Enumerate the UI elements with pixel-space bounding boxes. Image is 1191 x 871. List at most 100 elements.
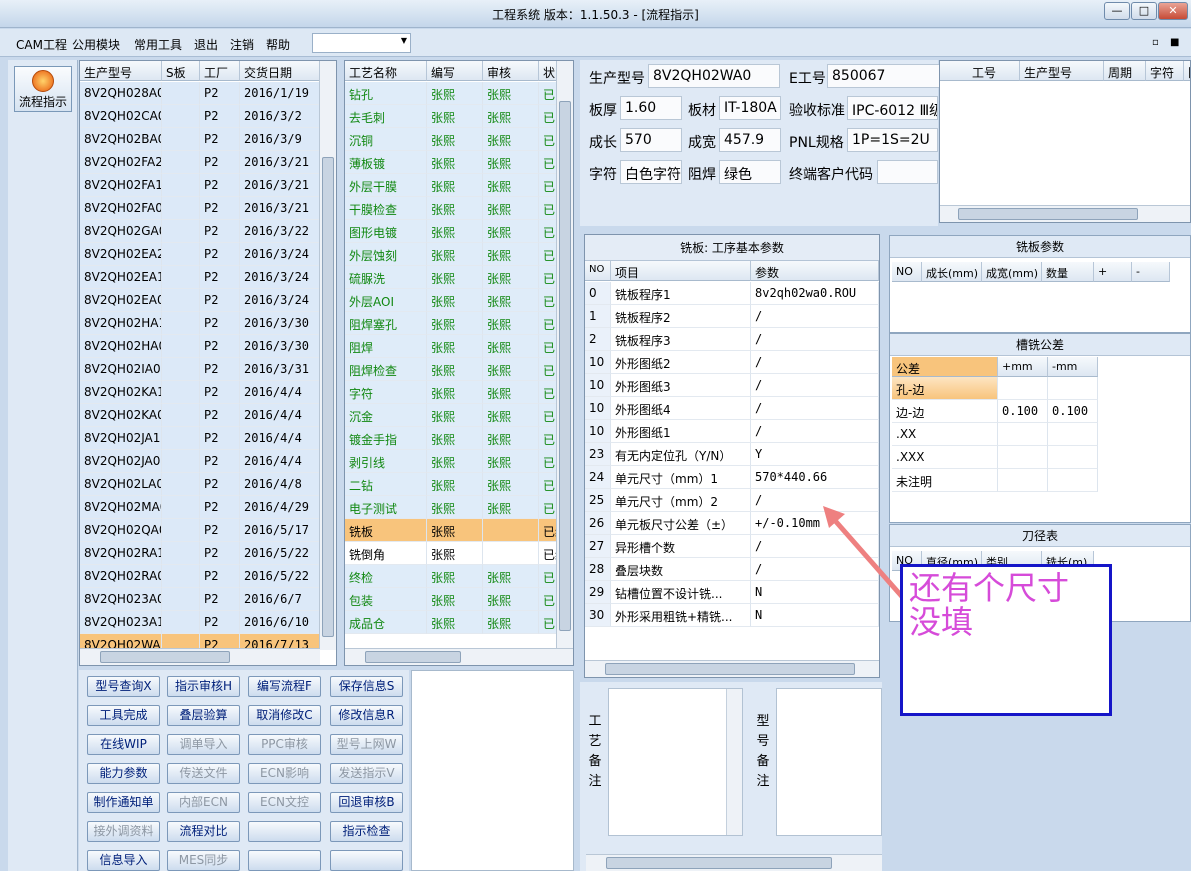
action-button[interactable]: 内部ECN [167, 792, 240, 813]
table-row[interactable]: 8V2QH02LA0 P2 2016/4/8 [80, 473, 320, 496]
col-qty[interactable]: 数量 [1042, 262, 1094, 282]
process-hscroll[interactable] [345, 648, 573, 665]
table-row[interactable]: 8V2QH02KA1 P2 2016/4/4 [80, 381, 320, 404]
action-button[interactable]: MES同步 [167, 850, 240, 871]
mdi-restore-icon[interactable]: ▫ [1152, 37, 1159, 48]
length-field[interactable]: 570 [620, 128, 682, 152]
action-button[interactable]: 工具完成 [87, 705, 160, 726]
table-row[interactable]: 二钻 张熙 张熙已 [345, 473, 559, 496]
menu-help[interactable]: 帮助 [266, 36, 290, 53]
table-row[interactable]: 未注明 [890, 469, 1100, 492]
table-row[interactable]: 8V2QH02MA0 P2 2016/4/29 [80, 496, 320, 519]
action-button[interactable]: 能力参数 [87, 763, 160, 784]
action-button[interactable]: 信息导入 [87, 850, 160, 871]
table-row[interactable]: 阻焊塞孔 张熙 张熙已 [345, 312, 559, 335]
col-delivery-date[interactable]: 交货日期 [240, 61, 320, 81]
table-row[interactable]: .XX [890, 423, 1100, 446]
col-width[interactable]: 成宽(mm) [982, 262, 1042, 282]
table-row[interactable]: 铣板张熙已编 [345, 519, 559, 542]
action-button[interactable] [248, 850, 321, 871]
table-row[interactable]: 23 有无内定位孔（Y/N） Y [585, 443, 879, 466]
menu-combobox[interactable]: ▼ [312, 33, 411, 53]
table-row[interactable]: 终检 张熙 张熙已 [345, 565, 559, 588]
table-row[interactable]: 24 单元尺寸（mm）1 570*440.66 [585, 466, 879, 489]
table-row[interactable]: 8V2QH02QA0 P2 2016/5/17 [80, 519, 320, 542]
legend-field[interactable]: 白色字符 [620, 160, 682, 184]
action-button[interactable]: 调单导入 [167, 734, 240, 755]
col-process-name[interactable]: 工艺名称 [345, 61, 427, 81]
table-row[interactable]: 阻焊 张熙 张熙已 [345, 335, 559, 358]
table-row[interactable]: 8V2QH02JA1 P2 2016/4/4 [80, 427, 320, 450]
table-row[interactable]: 2 铣板程序3/ [585, 328, 879, 351]
col-plus-mm[interactable]: +mm [998, 357, 1048, 377]
info-hscroll[interactable] [940, 205, 1190, 222]
menu-exit[interactable]: 退出 [194, 36, 218, 53]
table-row[interactable]: 8V2QH02JA0 P2 2016/4/4 [80, 450, 320, 473]
col-item[interactable]: 项目 [611, 261, 751, 281]
col-factory[interactable]: 工厂 [200, 61, 240, 81]
table-row[interactable]: 10 外形图纸1/ [585, 420, 879, 443]
table-row[interactable]: 10 外形图纸2/ [585, 351, 879, 374]
table-row[interactable]: 8V2QH02BA0 P2 2016/3/9 [80, 128, 320, 151]
action-button[interactable]: 回退审核B [330, 792, 403, 813]
action-button[interactable]: 在线WIP [87, 734, 160, 755]
scroll-thumb[interactable] [365, 651, 461, 663]
table-row[interactable]: 电子测试 张熙 张熙已 [345, 496, 559, 519]
action-button[interactable] [248, 821, 321, 842]
model-field[interactable]: 8V2QH02WA0 [648, 64, 780, 88]
model-vscroll[interactable] [319, 61, 336, 650]
action-button[interactable]: ECN文控 [248, 792, 321, 813]
table-row[interactable]: 10 外形图纸3/ [585, 374, 879, 397]
table-row[interactable]: 成品仓 张熙 张熙已 [345, 611, 559, 634]
standard-field[interactable]: IPC-6012 Ⅲ级 [847, 96, 938, 120]
col-prod-model[interactable]: 生产型号 [1020, 61, 1104, 81]
table-row[interactable]: 薄板镀 张熙 张熙已 [345, 151, 559, 174]
table-row[interactable]: 8V2QH023A0 P2 2016/6/7 [80, 588, 320, 611]
menu-logout[interactable]: 注销 [230, 36, 254, 53]
col-param[interactable]: 参数 [751, 261, 879, 281]
col-author[interactable]: 编写 [427, 61, 483, 81]
table-row[interactable]: 8V2QH028A0 P2 2016/1/19 [80, 82, 320, 105]
action-button[interactable]: 保存信息S [330, 676, 403, 697]
table-row[interactable]: 外层蚀刻 张熙 张熙已 [345, 243, 559, 266]
col-cycle[interactable]: 周期 [1104, 61, 1146, 81]
col-no[interactable]: NO [892, 262, 922, 282]
mill-hscroll[interactable] [585, 660, 879, 677]
col-job-no[interactable]: 工号 [940, 61, 1020, 81]
action-button[interactable]: ECN影响 [248, 763, 321, 784]
model-hscroll[interactable] [80, 648, 320, 665]
table-row[interactable]: 字符 张熙 张熙已 [345, 381, 559, 404]
table-row[interactable]: 外层AOI 张熙 张熙已 [345, 289, 559, 312]
table-row[interactable]: 8V2QH02IA0 P2 2016/3/31 [80, 358, 320, 381]
table-row[interactable]: 剥引线 张熙 张熙已 [345, 450, 559, 473]
width-field[interactable]: 457.9 [719, 128, 781, 152]
scroll-thumb[interactable] [606, 857, 832, 869]
process-vscroll[interactable] [556, 61, 573, 650]
table-row[interactable]: 去毛刺 张熙 张熙已 [345, 105, 559, 128]
action-button[interactable]: 型号上网W [330, 734, 403, 755]
table-row[interactable]: 干膜检查 张熙 张熙已 [345, 197, 559, 220]
mdi-close-icon[interactable]: ■ [1170, 37, 1179, 48]
col-model[interactable]: 生产型号 [80, 61, 162, 81]
remove-column-button[interactable]: - [1132, 262, 1170, 282]
model-remark-textarea[interactable] [776, 688, 882, 836]
action-button[interactable]: 流程对比 [167, 821, 240, 842]
table-row[interactable]: 8V2QH02FA0 P2 2016/3/21 [80, 197, 320, 220]
table-row[interactable]: 8V2QH02EA2 P2 2016/3/24 [80, 243, 320, 266]
scroll-thumb[interactable] [605, 663, 855, 675]
minimize-button[interactable]: — [1104, 2, 1130, 20]
add-column-button[interactable]: + [1094, 262, 1132, 282]
table-row[interactable]: 镀金手指 张熙 张熙已 [345, 427, 559, 450]
table-row[interactable]: 8V2QH02GA0 P2 2016/3/22 [80, 220, 320, 243]
customer-field[interactable] [877, 160, 938, 184]
action-button[interactable]: 指示审核H [167, 676, 240, 697]
action-button[interactable] [330, 850, 403, 871]
table-row[interactable]: 包装 张熙 张熙已 [345, 588, 559, 611]
table-row[interactable]: 8V2QH02EA0 P2 2016/3/24 [80, 289, 320, 312]
menu-common-modules[interactable]: 公用模块 [72, 36, 120, 53]
action-button[interactable]: 指示检查 [330, 821, 403, 842]
action-button[interactable]: 叠层验算 [167, 705, 240, 726]
action-button[interactable]: 修改信息R [330, 705, 403, 726]
table-row[interactable]: 外层干膜 张熙 张熙已 [345, 174, 559, 197]
action-button[interactable]: 编写流程F [248, 676, 321, 697]
